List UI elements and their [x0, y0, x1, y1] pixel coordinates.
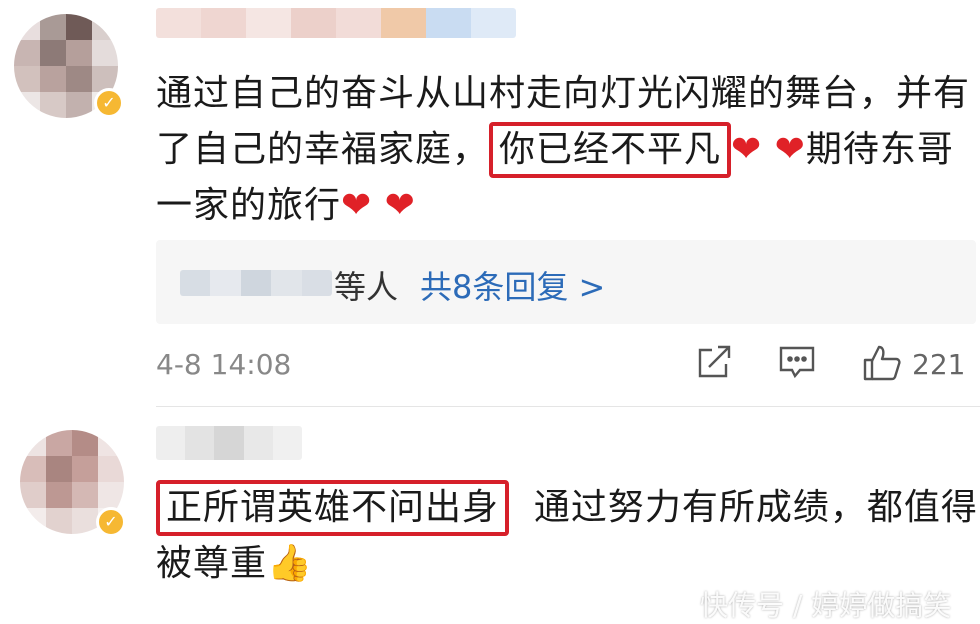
comment-text-segment: 通过努力有所成绩，都值得 [533, 487, 978, 528]
blurred-username[interactable] [156, 8, 516, 38]
comment-text: 通过自己的奋斗从山村走向灯光闪耀的舞台，并有 了自己的幸福家庭， 你已经不平凡 ❤ … [156, 66, 971, 234]
comment-line: 通过自己的奋斗从山村走向灯光闪耀的舞台，并有 [156, 73, 971, 114]
blurred-reply-usernames [180, 270, 332, 296]
verified-badge-icon: ✓ [94, 88, 124, 118]
comment-line: 一家的旅行❤ ❤ [156, 178, 966, 234]
comment-timestamp: 4-8 14:08 [156, 348, 292, 381]
heart-icon: ❤ [731, 129, 763, 170]
replies-preview[interactable]: 等人 共8条回复 > [156, 240, 976, 324]
share-icon[interactable] [696, 344, 734, 380]
view-replies-link[interactable]: 共8条回复 > [420, 262, 605, 308]
reply-users-suffix: 等人 [334, 268, 399, 306]
heart-icon: ❤ [384, 185, 416, 226]
highlighted-phrase: 正所谓英雄不问出身 [156, 480, 510, 536]
comment-text-segment: 一家的旅行 [156, 185, 342, 226]
comment-line: 正所谓英雄不问出身 通过努力有所成绩，都值得 [156, 480, 978, 536]
comment-text-segment: 了自己的幸福家庭， [156, 129, 490, 170]
like-icon[interactable] [862, 344, 901, 381]
comment-divider [156, 406, 980, 407]
thumbs-up-icon: 👍 [267, 543, 313, 584]
watermark: 快传号 / 婷婷做搞笑 [700, 589, 952, 622]
heart-icon: ❤ [341, 185, 373, 226]
comment-line: 了自己的幸福家庭， 你已经不平凡 ❤ ❤期待东哥 [156, 122, 966, 178]
highlighted-phrase: 你已经不平凡 [489, 122, 732, 178]
like-count: 221 [912, 348, 966, 381]
comment-text-segment: 被尊重 [156, 543, 268, 584]
blurred-username[interactable] [156, 426, 302, 460]
comment-text-segment: 期待东哥 [805, 129, 954, 170]
verified-badge-icon: ✓ [96, 507, 126, 537]
heart-icon: ❤ [774, 129, 806, 170]
comment-item: ✓ 通过自己的奋斗从山村走向灯光闪耀的舞台，并有 了自己的幸福家庭， 你已经不平凡… [0, 0, 980, 408]
comment-icon[interactable] [778, 344, 816, 380]
comment-text: 正所谓英雄不问出身 通过努力有所成绩，都值得 被尊重👍 [156, 480, 978, 592]
